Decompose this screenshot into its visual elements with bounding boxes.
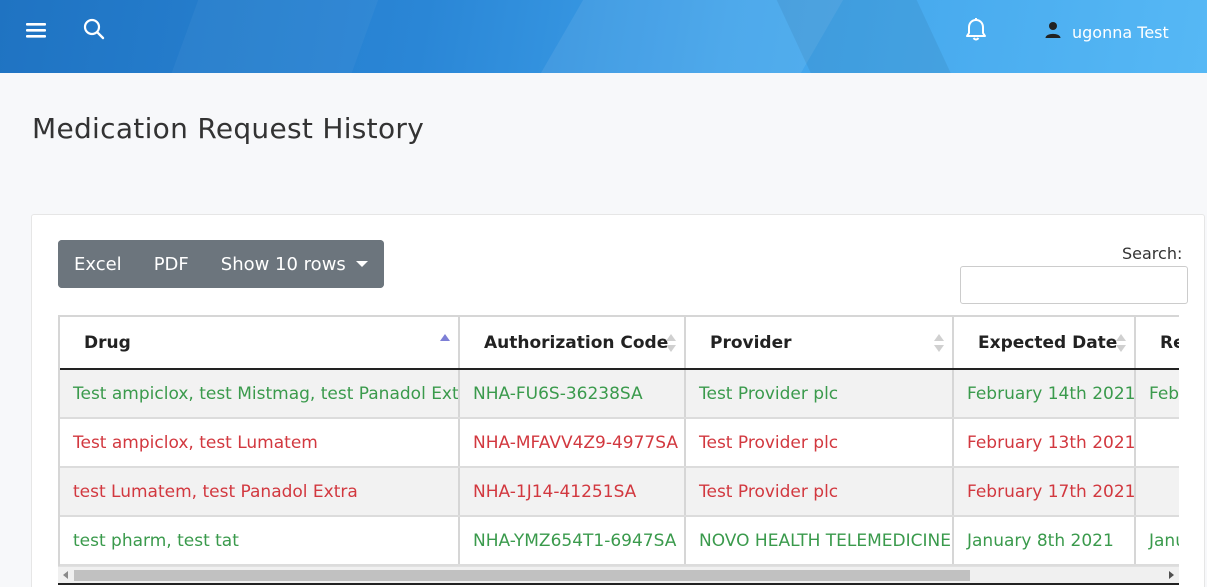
show-rows-dropdown[interactable]: Show 10 rows bbox=[204, 240, 384, 288]
column-header-label: Drug bbox=[84, 332, 131, 353]
column-header-drug[interactable]: Drug bbox=[60, 317, 460, 370]
cell-authorization-code: NHA-FU6S-36238SA bbox=[459, 369, 686, 419]
cell-drug: test Lumatem, test Panadol Extra bbox=[60, 467, 460, 517]
cell-drug: Test ampiclox, test Lumatem bbox=[60, 418, 460, 468]
export-button-group: Excel PDF Show 10 rows bbox=[58, 240, 384, 288]
cell-truncated: Janu bbox=[1135, 516, 1179, 566]
table-header-row: Drug Authorization Code Provider Expecte… bbox=[60, 317, 1179, 370]
column-header-provider[interactable]: Provider bbox=[685, 317, 954, 370]
cell-provider: Test Provider plc bbox=[685, 467, 954, 517]
cell-drug: Test ampiclox, test Mistmag, test Panado… bbox=[60, 369, 460, 419]
table-row[interactable]: test pharm, test tat NHA-YMZ654T1-6947SA… bbox=[60, 516, 1179, 566]
column-header-label: Expected Date bbox=[978, 332, 1118, 353]
table-row[interactable]: Test ampiclox, test Mistmag, test Panado… bbox=[60, 369, 1179, 419]
sort-icon bbox=[666, 334, 676, 352]
horizontal-scrollbar[interactable] bbox=[58, 566, 1179, 583]
user-menu[interactable]: ugonna Test bbox=[1044, 19, 1169, 45]
cell-provider: NOVO HEALTH TELEMEDICINE bbox=[685, 516, 954, 566]
table-container: Drug Authorization Code Provider Expecte… bbox=[58, 315, 1179, 567]
cell-drug: test pharm, test tat bbox=[60, 516, 460, 566]
cell-provider: Test Provider plc bbox=[685, 418, 954, 468]
scroll-right-icon[interactable] bbox=[1169, 571, 1174, 579]
cell-authorization-code: NHA-1J14-41251SA bbox=[459, 467, 686, 517]
search-icon[interactable] bbox=[80, 15, 108, 43]
search-label: Search: bbox=[1122, 244, 1183, 263]
search-input[interactable] bbox=[960, 266, 1188, 304]
hamburger-menu-icon[interactable] bbox=[22, 18, 50, 42]
cell-truncated bbox=[1135, 467, 1179, 517]
user-name: ugonna Test bbox=[1072, 22, 1169, 42]
column-header-label: Re bbox=[1160, 332, 1179, 353]
column-header-label: Provider bbox=[710, 332, 792, 353]
table-row[interactable]: Test ampiclox, test Lumatem NHA-MFAVV4Z9… bbox=[60, 418, 1179, 468]
cell-expected-date: February 13th 2021 bbox=[953, 418, 1136, 468]
column-header-truncated[interactable]: Re bbox=[1135, 317, 1179, 370]
page-title: Medication Request History bbox=[32, 112, 425, 145]
sort-ascending-icon bbox=[440, 334, 450, 352]
table-row[interactable]: test Lumatem, test Panadol Extra NHA-1J1… bbox=[60, 467, 1179, 517]
cell-authorization-code: NHA-MFAVV4Z9-4977SA bbox=[459, 418, 686, 468]
cell-truncated bbox=[1135, 418, 1179, 468]
caret-down-icon bbox=[355, 261, 368, 267]
medication-request-table: Drug Authorization Code Provider Expecte… bbox=[60, 317, 1179, 566]
sort-icon bbox=[934, 334, 944, 352]
excel-button[interactable]: Excel bbox=[58, 240, 138, 288]
table-bottom-border bbox=[58, 583, 1179, 585]
column-header-label: Authorization Code bbox=[484, 332, 669, 353]
show-rows-label: Show 10 rows bbox=[220, 253, 346, 275]
column-header-expected-date[interactable]: Expected Date bbox=[953, 317, 1136, 370]
pdf-button[interactable]: PDF bbox=[137, 240, 205, 288]
cell-provider: Test Provider plc bbox=[685, 369, 954, 419]
column-header-authorization-code[interactable]: Authorization Code bbox=[459, 317, 686, 370]
scroll-left-icon[interactable] bbox=[63, 571, 68, 579]
user-icon bbox=[1044, 21, 1062, 43]
sort-icon bbox=[1116, 334, 1126, 352]
cell-expected-date: February 17th 2021 bbox=[953, 467, 1136, 517]
cell-truncated: Febr bbox=[1135, 369, 1179, 419]
top-navbar: ugonna Test bbox=[0, 0, 1207, 73]
cell-authorization-code: NHA-YMZ654T1-6947SA bbox=[459, 516, 686, 566]
cell-expected-date: January 8th 2021 bbox=[953, 516, 1136, 566]
scrollbar-thumb[interactable] bbox=[74, 570, 970, 581]
navbar-decoration bbox=[158, 0, 382, 73]
bell-icon[interactable] bbox=[962, 16, 990, 44]
cell-expected-date: February 14th 2021 bbox=[953, 369, 1136, 419]
